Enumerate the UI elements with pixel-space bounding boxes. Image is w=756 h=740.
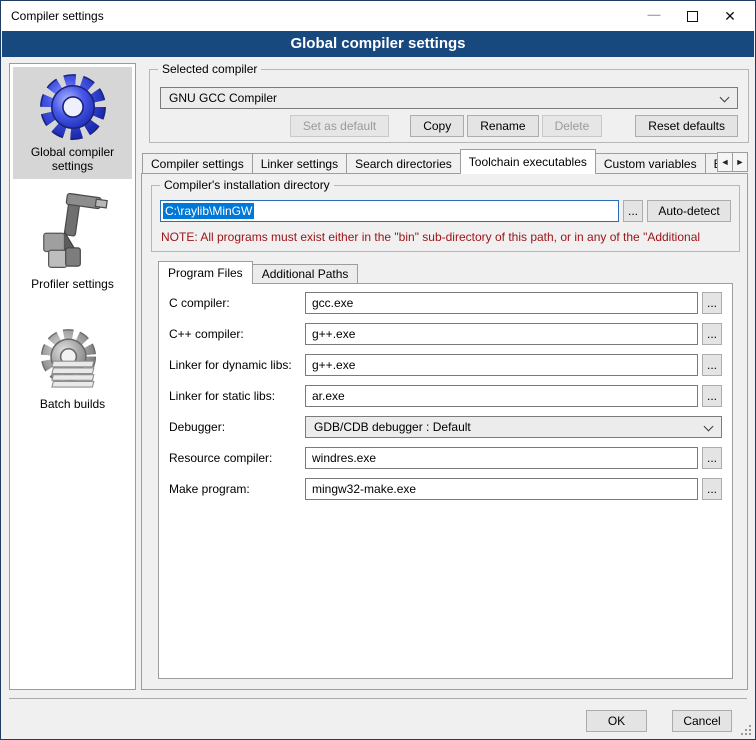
minimize-button[interactable]: — [635, 1, 673, 31]
c-compiler-input[interactable] [305, 292, 698, 314]
sidebar-item-profiler-settings[interactable]: Profiler settings [13, 185, 132, 297]
resize-grip[interactable] [741, 725, 751, 735]
chevron-down-icon [720, 93, 730, 103]
resource-compiler-input[interactable] [305, 447, 698, 469]
field-label: C compiler: [169, 296, 305, 310]
tab-search-directories[interactable]: Search directories [346, 153, 461, 174]
tab-scroll-left-icon[interactable]: ◄ [717, 152, 733, 172]
gear-with-sheets-icon [37, 327, 109, 393]
dynamic-linker-browse-button[interactable]: ... [702, 354, 722, 376]
footer-divider [9, 698, 747, 699]
tab-toolchain-executables[interactable]: Toolchain executables [460, 149, 596, 174]
form-row-static-linker: Linker for static libs: ... [169, 385, 722, 407]
dynamic-linker-input[interactable] [305, 354, 698, 376]
sidebar-item-batch-builds[interactable]: Batch builds [13, 321, 132, 417]
make-program-input[interactable] [305, 478, 698, 500]
field-label: Linker for dynamic libs: [169, 358, 305, 372]
close-button[interactable]: ✕ [711, 1, 749, 31]
tab-scroll-right-icon[interactable]: ► [732, 152, 748, 172]
form-row-debugger: Debugger: GDB/CDB debugger : Default [169, 416, 722, 438]
field-label: Make program: [169, 482, 305, 496]
make-program-browse-button[interactable]: ... [702, 478, 722, 500]
sidebar-item-label: Profiler settings [31, 277, 114, 291]
window-controls: — ✕ [635, 1, 749, 31]
cpp-compiler-browse-button[interactable]: ... [702, 323, 722, 345]
ok-button[interactable]: OK [586, 710, 647, 732]
form-row-make-program: Make program: ... [169, 478, 722, 500]
installation-directory-legend: Compiler's installation directory [160, 178, 334, 192]
reset-defaults-button[interactable]: Reset defaults [635, 115, 738, 137]
form-row-resource-compiler: Resource compiler: ... [169, 447, 722, 469]
sidebar-item-global-compiler-settings[interactable]: Global compiler settings [13, 67, 132, 179]
cancel-button[interactable]: Cancel [672, 710, 732, 732]
installation-directory-group: Compiler's installation directory C:\ray… [151, 185, 740, 252]
maximize-icon [687, 11, 698, 22]
caliper-tool-icon [34, 191, 112, 273]
minimize-icon: — [648, 7, 661, 22]
c-compiler-browse-button[interactable]: ... [702, 292, 722, 314]
debugger-select[interactable]: GDB/CDB debugger : Default [305, 416, 722, 438]
copy-button[interactable]: Copy [410, 115, 464, 137]
static-linker-browse-button[interactable]: ... [702, 385, 722, 407]
installation-directory-input[interactable]: C:\raylib\MinGW [160, 200, 619, 222]
field-label: Linker for static libs: [169, 389, 305, 403]
compiler-select-value: GNU GCC Compiler [169, 91, 277, 105]
directory-browse-button[interactable]: ... [623, 200, 643, 222]
close-icon: ✕ [724, 8, 736, 25]
rename-button[interactable]: Rename [467, 115, 538, 137]
program-files-page: C compiler: ... C++ compiler: ... Linker… [158, 283, 733, 679]
main-panel: Selected compiler GNU GCC Compiler Set a… [141, 63, 749, 690]
chevron-down-icon [704, 422, 714, 432]
delete-button[interactable]: Delete [542, 115, 603, 137]
tab-program-files[interactable]: Program Files [158, 261, 253, 284]
installation-directory-value: C:\raylib\MinGW [163, 203, 254, 219]
form-row-c-compiler: C compiler: ... [169, 292, 722, 314]
compiler-select[interactable]: GNU GCC Compiler [160, 87, 738, 109]
selected-compiler-group: Selected compiler GNU GCC Compiler Set a… [149, 69, 749, 143]
tab-compiler-settings[interactable]: Compiler settings [142, 153, 253, 174]
sidebar-item-label: Batch builds [40, 397, 105, 411]
auto-detect-button[interactable]: Auto-detect [647, 200, 731, 222]
compiler-settings-dialog: Compiler settings — ✕ Global compiler se… [0, 0, 756, 740]
installation-directory-row: C:\raylib\MinGW ... Auto-detect [160, 200, 731, 222]
program-files-tabstrip: Program Files Additional Paths [158, 261, 358, 284]
settings-tabstrip: Compiler settings Linker settings Search… [142, 149, 748, 174]
field-label: Debugger: [169, 420, 305, 434]
tab-linker-settings[interactable]: Linker settings [252, 153, 347, 174]
tab-scroll-buttons: ◄ ► [717, 152, 748, 172]
directory-note: NOTE: All programs must exist either in … [161, 230, 737, 244]
tabs-container: Compiler settings Linker settings Search… [142, 149, 748, 174]
tab-custom-variables[interactable]: Custom variables [595, 153, 706, 174]
compiler-actions: Set as default Copy Rename Delete Reset … [290, 115, 738, 137]
sidebar-item-label: Global compiler settings [15, 145, 130, 173]
window-title: Compiler settings [11, 9, 104, 23]
resource-compiler-browse-button[interactable]: ... [702, 447, 722, 469]
tab-additional-paths[interactable]: Additional Paths [252, 264, 359, 284]
selected-compiler-legend: Selected compiler [158, 62, 261, 76]
maximize-button[interactable] [673, 1, 711, 31]
form-row-dynamic-linker: Linker for dynamic libs: ... [169, 354, 722, 376]
cpp-compiler-input[interactable] [305, 323, 698, 345]
settings-category-sidebar: Global compiler settings Profiler settin… [9, 63, 136, 690]
titlebar[interactable]: Compiler settings — ✕ [1, 1, 755, 31]
field-label: Resource compiler: [169, 451, 305, 465]
toolchain-executables-page: Compiler's installation directory C:\ray… [141, 173, 748, 690]
field-label: C++ compiler: [169, 327, 305, 341]
blue-gear-icon [39, 73, 107, 141]
static-linker-input[interactable] [305, 385, 698, 407]
page-title: Global compiler settings [2, 31, 754, 57]
set-as-default-button[interactable]: Set as default [290, 115, 389, 137]
debugger-select-value: GDB/CDB debugger : Default [314, 420, 471, 434]
form-row-cpp-compiler: C++ compiler: ... [169, 323, 722, 345]
